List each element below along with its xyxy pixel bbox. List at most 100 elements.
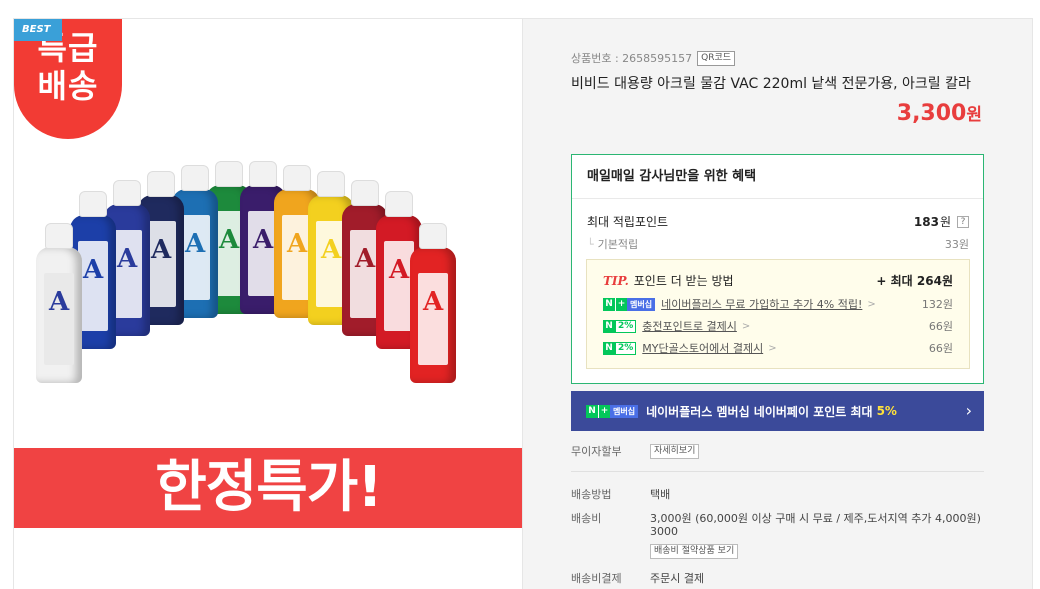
- max-points-value-group: 183 원 ?: [914, 213, 969, 230]
- bottle-letter: A: [49, 287, 70, 317]
- chevron-right-icon: ›: [965, 401, 972, 420]
- help-icon[interactable]: ?: [957, 215, 969, 228]
- price-value: 3,300: [896, 101, 967, 126]
- shipping-saving-button[interactable]: 배송비 절약상품 보기: [650, 544, 739, 559]
- bottle-cap: [215, 161, 243, 188]
- tip-max: + 최대 264원: [876, 274, 953, 288]
- bottle-letter: A: [253, 225, 274, 256]
- base-points-label: 기본적립: [587, 236, 638, 252]
- max-points-row: 최대 적립포인트 183 원 ?: [587, 213, 969, 230]
- membership-badge-text: 멤버십: [610, 404, 639, 418]
- max-points-value: 183: [913, 214, 939, 229]
- tip-heading-group: TIP. 포인트 더 받는 방법: [603, 272, 734, 289]
- paint-bottle: A: [410, 223, 456, 383]
- product-photo: AAAAAAAAAAAA: [28, 161, 508, 383]
- naver-pay-badge: N 2%: [603, 319, 637, 333]
- tip-heading-row: TIP. 포인트 더 받는 방법 + 최대 264원: [603, 272, 953, 289]
- bottle-cap: [79, 191, 107, 218]
- bottle-letter: A: [321, 235, 342, 266]
- banner-text: 네이버플러스 멤버십 네이버페이 포인트 최대: [646, 404, 873, 419]
- membership-banner[interactable]: N + 멤버십 네이버플러스 멤버십 네이버페이 포인트 최대 5% ›: [571, 391, 984, 431]
- paint-bottle: A: [36, 223, 82, 383]
- bottle-letter: A: [83, 255, 104, 286]
- shipping-fee-sub: 3000: [650, 525, 678, 538]
- product-id: 상품번호 : 2658595157: [571, 52, 693, 65]
- bottle-letter: A: [117, 244, 138, 275]
- tip-box: TIP. 포인트 더 받는 방법 + 최대 264원 N + 멤버십 네이버플러스 무…: [586, 259, 970, 369]
- bottle-letter: A: [151, 235, 172, 266]
- tip-row-amount: 132원: [921, 298, 953, 311]
- installment-label: 무이자할부: [571, 445, 622, 458]
- qr-code-button[interactable]: QR코드: [697, 50, 736, 66]
- bottle-letter: A: [185, 228, 206, 259]
- product-meta: 상품번호 : 2658595157 QR코드: [571, 50, 736, 66]
- bottle-cap: [147, 171, 175, 198]
- tip-row-amount: 66원: [928, 342, 953, 355]
- product-title: 비비드 대용량 아크릴 물감 VAC 220ml 낱색 전문가용, 아크릴 칼라: [571, 76, 971, 92]
- installment-detail-button[interactable]: 자세히보기: [650, 444, 700, 459]
- product-info-panel: 상품번호 : 2658595157 QR코드 비비드 대용량 아크릴 물감 VA…: [522, 18, 1033, 589]
- fee-payment-value: 주문시 결제: [650, 572, 705, 585]
- tip-row-link[interactable]: 충전포인트로 결제시: [642, 318, 737, 334]
- plus-icon: +: [615, 297, 627, 311]
- bottle-cap: [113, 180, 141, 207]
- shipping-fee-button-wrap: 배송비 절약상품 보기: [650, 543, 739, 559]
- tip-row-left: N 2% MY단골스토어에서 결제시 >: [603, 340, 777, 356]
- base-points-row: 기본적립 33원: [587, 236, 969, 252]
- tip-row-membership[interactable]: N + 멤버십 네이버플러스 무료 가입하고 추가 4% 적립! > 132원: [603, 296, 953, 312]
- bottle-letter: A: [219, 225, 240, 256]
- bottle-cap: [317, 171, 345, 198]
- product-price: 3,300원: [897, 100, 982, 126]
- shipping-method-value: 택배: [650, 488, 671, 501]
- tip-label: TIP.: [603, 274, 629, 288]
- bottle-letter: A: [389, 255, 410, 286]
- express-badge-line2: 배송: [37, 67, 99, 105]
- bottle-cap: [249, 161, 277, 188]
- shipping-method-label: 배송방법: [571, 488, 612, 501]
- chevron-right-icon: >: [741, 320, 751, 332]
- bottle-cap: [351, 180, 379, 207]
- divider: [571, 471, 984, 472]
- product-image-panel[interactable]: 특급 배송 BEST AAAAAAAAAAAA 한정특가!: [13, 18, 522, 589]
- installment-value: 자세히보기: [650, 443, 700, 459]
- naver-n-icon: N: [603, 297, 615, 311]
- installment-row: 무이자할부 자세히보기: [571, 443, 700, 459]
- tip-row-amount: 66원: [928, 320, 953, 333]
- chevron-right-icon: >: [867, 298, 876, 310]
- price-unit: 원: [966, 105, 982, 125]
- tip-row-left: N + 멤버십 네이버플러스 무료 가입하고 추가 4% 적립! >: [603, 296, 876, 312]
- naver-pay-badge: N 2%: [603, 341, 637, 355]
- chevron-right-icon: >: [768, 342, 777, 354]
- bottle-letter: A: [423, 287, 444, 317]
- tip-row-charge-points[interactable]: N 2% 충전포인트로 결제시 > 66원: [603, 318, 953, 334]
- limited-offer-banner: 한정특가!: [14, 448, 522, 528]
- percent-badge-text: 2%: [615, 341, 637, 355]
- best-tag: BEST: [14, 19, 62, 41]
- percent-badge-text: 2%: [615, 319, 637, 333]
- shipping-method-row: 배송방법 택배: [571, 486, 670, 502]
- fee-payment-row: 배송비결제 주문시 결제: [571, 570, 704, 586]
- bottle-letter: A: [355, 244, 376, 275]
- bottle-cap: [283, 164, 311, 191]
- tip-row-my-store[interactable]: N 2% MY단골스토어에서 결제시 > 66원: [603, 340, 953, 356]
- plus-icon: +: [598, 404, 610, 418]
- max-points-unit: 원: [939, 215, 951, 229]
- tip-row-link[interactable]: MY단골스토어에서 결제시: [642, 340, 763, 356]
- naver-n-icon: N: [603, 319, 615, 333]
- shipping-fee-row: 배송비 3,000원 (60,000원 이상 구매 시 무료 / 제주,도서지역…: [571, 510, 981, 526]
- bottle-letter: A: [287, 228, 308, 259]
- benefit-box: 매일매일 감사님만을 위한 혜택 최대 적립포인트 183원 ? 기본적립 33…: [571, 154, 984, 384]
- tip-row-left: N 2% 충전포인트로 결제시 >: [603, 318, 750, 334]
- benefit-heading: 매일매일 감사님만을 위한 혜택: [572, 155, 983, 199]
- bottle-cap: [385, 191, 413, 218]
- bottle-cap: [419, 223, 447, 249]
- express-delivery-badge: 특급 배송 BEST: [14, 19, 122, 139]
- tip-heading: 포인트 더 받는 방법: [633, 274, 734, 288]
- fee-payment-label: 배송비결제: [571, 572, 622, 585]
- shipping-fee-label: 배송비: [571, 512, 602, 525]
- shipping-fee-value: 3,000원 (60,000원 이상 구매 시 무료 / 제주,도서지역 추가 …: [650, 512, 981, 525]
- tip-row-link[interactable]: 네이버플러스 무료 가입하고 추가 4% 적립!: [661, 296, 862, 312]
- membership-badge-text: 멤버십: [627, 297, 656, 311]
- naver-n-icon: N: [603, 341, 615, 355]
- max-points-label: 최대 적립포인트: [587, 215, 669, 229]
